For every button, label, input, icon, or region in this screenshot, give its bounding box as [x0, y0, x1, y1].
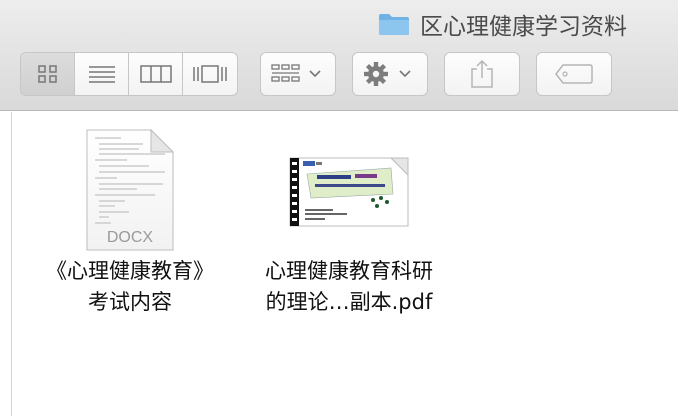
folder-icon [379, 14, 409, 35]
share-icon [471, 59, 493, 88]
docx-file-icon: DOCX [86, 128, 175, 251]
file-item-pdf[interactable]: 心理健康教育科研 的理论…副本.pdf [249, 128, 449, 318]
docx-badge: DOCX [107, 229, 154, 246]
column-view-button[interactable] [129, 53, 183, 95]
columns-icon [139, 65, 172, 83]
grid-icon [37, 65, 57, 83]
file-name-line: 《心理健康教育》 [46, 259, 214, 283]
file-name-line: 的理论…副本.pdf [265, 290, 433, 314]
share-button[interactable] [444, 52, 520, 96]
arrange-icon [271, 64, 321, 82]
tag-icon [555, 64, 593, 84]
pdf-thumbnail-icon [289, 157, 409, 227]
list-icon [88, 66, 115, 83]
file-name-docx: 《心理健康教育》 考试内容 [30, 256, 230, 318]
window-title-text: 区心理健康学习资料 [420, 14, 627, 40]
action-button[interactable] [352, 52, 428, 96]
sidebar-edge [0, 112, 12, 416]
view-mode-segmented-control [20, 52, 238, 96]
window-title: 区心理健康学习资料 [378, 8, 627, 40]
file-name-line: 心理健康教育科研 [265, 259, 433, 283]
icon-view-button[interactable] [21, 53, 75, 95]
arrange-button[interactable] [260, 52, 336, 96]
list-view-button[interactable] [75, 53, 129, 95]
file-name-pdf: 心理健康教育科研 的理论…副本.pdf [249, 256, 449, 318]
file-name-line: 考试内容 [88, 290, 172, 314]
finder-toolbar: 区心理健康学习资料 [0, 0, 678, 111]
gear-icon [364, 62, 411, 86]
tags-button[interactable] [536, 52, 612, 96]
cover-flow-view-button[interactable] [183, 53, 237, 95]
file-item-docx[interactable]: DOCX 《心理健康教育》 考试内容 [30, 128, 230, 318]
cover-flow-icon [193, 65, 227, 83]
